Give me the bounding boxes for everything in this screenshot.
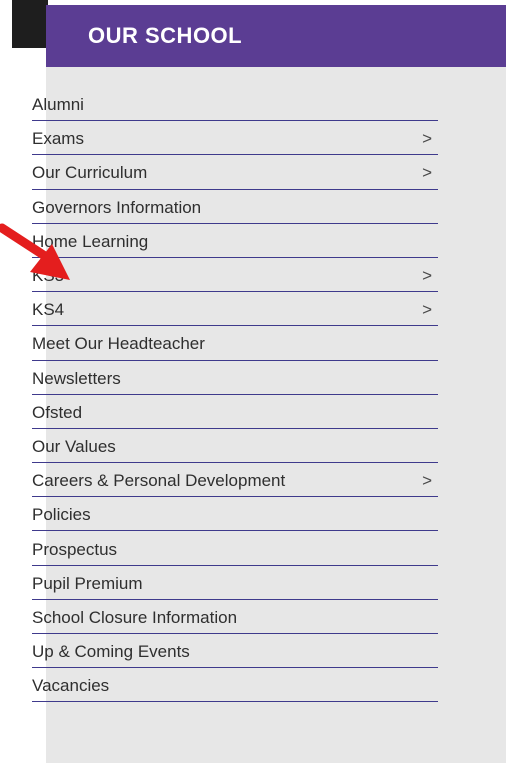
menu-item-policies[interactable]: Policies (32, 497, 438, 532)
menu-item-ks4[interactable]: KS4 > (32, 292, 438, 327)
menu-item-label: Prospectus (32, 539, 118, 559)
chevron-right-icon[interactable]: > (422, 468, 438, 491)
menu-item-pupil-premium[interactable]: Pupil Premium (32, 566, 438, 600)
menu-item-up-and-coming-events[interactable]: Up & Coming Events (32, 634, 438, 669)
menu-item-label: Meet Our Headteacher (32, 334, 205, 354)
chevron-right-icon[interactable]: > (422, 297, 438, 320)
panel-title: OUR SCHOOL (88, 23, 243, 48)
menu-item-label: Governors Information (32, 197, 202, 217)
menu-item-label: School Closure Information (32, 607, 238, 627)
menu-item-vacancies[interactable]: Vacancies (32, 668, 438, 703)
chevron-right-icon[interactable]: > (422, 160, 438, 183)
menu-item-meet-our-headteacher[interactable]: Meet Our Headteacher (32, 326, 438, 361)
menu-item-label: Exams (32, 129, 84, 149)
menu-item-prospectus[interactable]: Prospectus (32, 531, 438, 566)
menu-item-label: Vacancies (32, 676, 110, 696)
red-arrow-icon (0, 223, 70, 280)
menu-item-ks3[interactable]: KS3> (32, 258, 438, 293)
menu-item-ofsted[interactable]: Ofsted (32, 395, 438, 429)
menu-item-label: Up & Coming Events (32, 642, 190, 662)
menu-item-home-learning[interactable]: Home Learning (32, 224, 438, 258)
menu-item-label: Careers & Personal Development (32, 471, 286, 491)
menu-item-label: Alumni (32, 95, 84, 115)
menu-item-label: Policies (32, 505, 91, 525)
page: OUR SCHOOL Alumni Exams > Our Curriculum > Go… (0, 0, 506, 763)
menu-item-careers-and-personal-development[interactable]: Careers & Personal Development > (32, 463, 438, 498)
chevron-right-icon[interactable]: > (422, 263, 438, 286)
panel-header: OUR SCHOOL (46, 5, 506, 67)
menu-item-label: Pupil Premium (32, 573, 143, 593)
menu-item-newsletters[interactable]: Newsletters (32, 361, 438, 395)
menu-item-label: Our Values (32, 436, 116, 456)
chevron-right-icon[interactable]: > (422, 126, 438, 149)
menu-item-governors-information[interactable]: Governors Information (32, 190, 438, 224)
menu-item-label: Ofsted (32, 402, 83, 422)
school-menu: Alumni Exams > Our Curriculum > Governors Inf… (32, 87, 438, 703)
menu-item-label: Newsletters (32, 368, 121, 388)
menu-item-our-values[interactable]: Our Values (32, 429, 438, 464)
menu-item-label: KS4 (32, 300, 65, 320)
menu-item-label: Our Curriculum (32, 163, 148, 183)
menu-item-alumni[interactable]: Alumni (32, 87, 438, 122)
dark-tab (12, 0, 48, 48)
menu-item-our-curriculum[interactable]: Our Curriculum > (32, 155, 438, 190)
menu-item-school-closure-information[interactable]: School Closure Information (32, 600, 438, 634)
menu-item-exams[interactable]: Exams > (32, 121, 438, 156)
